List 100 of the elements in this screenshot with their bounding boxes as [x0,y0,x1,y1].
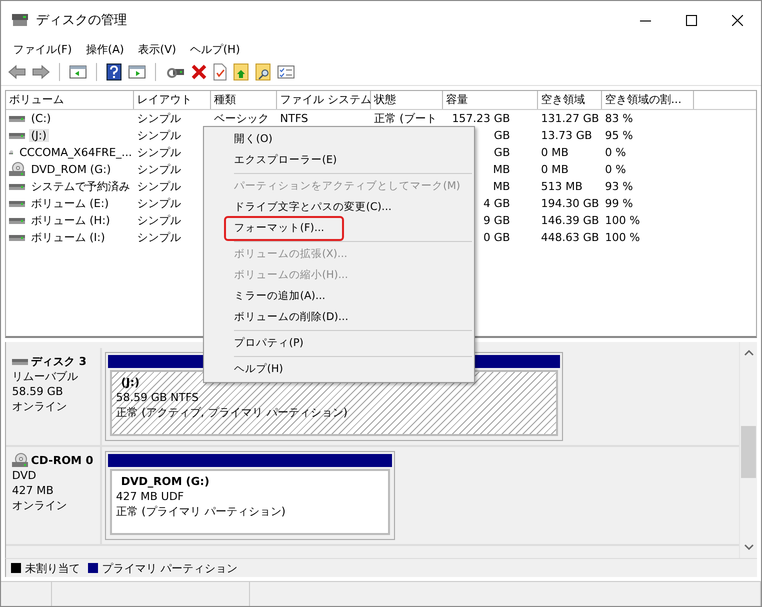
disk-detail: 427 MB [12,483,55,498]
scrollbar-thumb[interactable] [741,426,756,478]
table-cell: MB [492,163,510,176]
volume-name[interactable]: (J:) [29,129,49,142]
table-cell: シンプル [137,214,181,227]
drive-icon [9,200,25,208]
table-cell: 513 MB [541,180,583,193]
window-title: ディスクの管理 [36,12,127,29]
drive-icon [9,132,25,140]
table-cell: 4 GB [483,197,510,210]
legend-label: プライマリ パーティション [102,560,238,576]
scroll-down-icon[interactable] [744,544,754,550]
disk-detail: DVD [12,468,38,483]
close-icon[interactable] [732,14,743,26]
volume-name[interactable]: DVD_ROM (G:) [29,163,113,176]
table-cell: シンプル [137,112,181,125]
column-header[interactable]: 空き領域の割... [602,91,694,109]
table-cell: 9 GB [483,214,510,227]
disk-name: ディスク 3 [31,354,86,369]
table-cell: 131.27 GB [541,112,600,125]
context-menu-item[interactable]: ドライブ文字とパスの変更(C)... [204,197,392,218]
pane-icon[interactable] [128,64,146,80]
table-cell: 83 % [605,112,633,125]
folder-up-icon[interactable] [233,63,249,81]
context-menu-item[interactable]: 開く(O) [204,129,272,150]
disk-detail: オンライン [12,498,68,513]
column-header[interactable]: 種類 [211,91,277,109]
table-cell: シンプル [137,180,181,193]
disk-detail: リムーバブル [12,369,79,384]
context-menu-item[interactable]: プロパティ(P) [204,333,304,354]
table-cell: 448.63 GB [541,231,600,244]
column-header[interactable]: レイアウト [134,91,211,109]
volume-name[interactable]: ボリューム (H:) [29,213,112,228]
table-cell: 100 % [605,231,640,244]
table-cell: 99 % [605,197,633,210]
disk-management-icon [11,13,29,27]
column-header[interactable]: 状態 [371,91,443,109]
menu-item[interactable]: ファイル(F) [13,42,72,56]
table-cell: シンプル [137,197,181,210]
optical-drive-icon [12,453,28,468]
table-cell: 0 % [605,163,626,176]
table-cell: 正常 (ブート [374,112,437,125]
partition-size: 58.59 GB NTFS [116,390,199,405]
drive-icon [12,358,28,366]
volume-name[interactable]: (C:) [29,112,53,125]
drive-icon [9,216,25,224]
drive-icon [9,234,25,242]
volume-name[interactable]: システムで予約済み [29,179,132,194]
table-cell: 13.73 GB [541,129,592,142]
context-menu-item[interactable]: フォーマット(F)... [226,218,342,239]
table-cell: 157.23 GB [452,112,510,125]
volume-name[interactable]: ボリューム (E:) [29,196,111,211]
volume-name[interactable]: ボリューム (I:) [29,230,108,245]
disk-name: CD-ROM 0 [31,454,94,467]
table-cell: シンプル [137,146,181,159]
table-cell: 0 GB [483,231,510,244]
table-cell: ベーシック [214,112,269,125]
checked-document-icon[interactable] [213,63,227,81]
menu-item[interactable]: 表示(V) [138,42,176,56]
delete-icon[interactable] [191,64,207,80]
menu-item[interactable]: ヘルプ(H) [190,42,240,56]
drive-icon [9,182,25,190]
maximize-icon[interactable] [686,14,697,26]
table-cell: シンプル [137,163,181,176]
optical-drive-icon [9,162,25,177]
table-cell: NTFS [280,112,308,125]
table-cell: 95 % [605,129,633,142]
column-header[interactable]: ファイル システム [277,91,371,109]
context-menu-item[interactable]: ヘルプ(H) [204,359,284,380]
context-menu-item[interactable]: エクスプローラー(E) [204,150,337,171]
menu-item[interactable]: 操作(A) [86,42,124,56]
disk-detail: 58.59 GB [12,384,64,399]
table-cell: 0 MB [541,146,569,159]
scroll-up-icon[interactable] [744,350,754,356]
table-cell: シンプル [137,129,181,142]
folder-search-icon[interactable] [255,63,271,81]
partition-block[interactable]: DVD_ROM (G:) 427 MB UDF 正常 (プライマリ パーティション) [105,451,395,540]
table-cell: 0 MB [541,163,569,176]
partition-title: DVD_ROM (G:) [120,474,210,489]
checklist-icon[interactable] [277,64,295,80]
scrollbar[interactable] [739,342,757,558]
column-header[interactable]: 空き領域 [538,91,602,109]
volume-name[interactable]: CCCOMA_X64FRE_... [17,146,134,159]
column-header[interactable]: 容量 [443,91,538,109]
context-menu-item[interactable]: ミラーの追加(A)... [204,286,326,307]
help-icon[interactable] [106,63,122,81]
drive-icon [9,114,25,122]
table-cell: シンプル [137,231,181,244]
pane-icon[interactable] [69,64,87,80]
partition-status: 正常 (プライマリ パーティション) [116,504,286,519]
column-header[interactable]: ボリューム [6,91,134,109]
table-cell: MB [492,180,510,193]
partition-title: (J:) [120,375,140,390]
partition-status: 正常 (アクティブ, プライマリ パーティション) [116,405,348,420]
context-menu-item[interactable]: ボリュームの削除(D)... [204,307,348,328]
table-cell: GB [494,129,510,142]
table-cell: 146.39 GB [541,214,600,227]
table-cell: 93 % [605,180,633,193]
legend-label: 未割り当て [25,560,80,576]
table-cell: 100 % [605,214,640,227]
